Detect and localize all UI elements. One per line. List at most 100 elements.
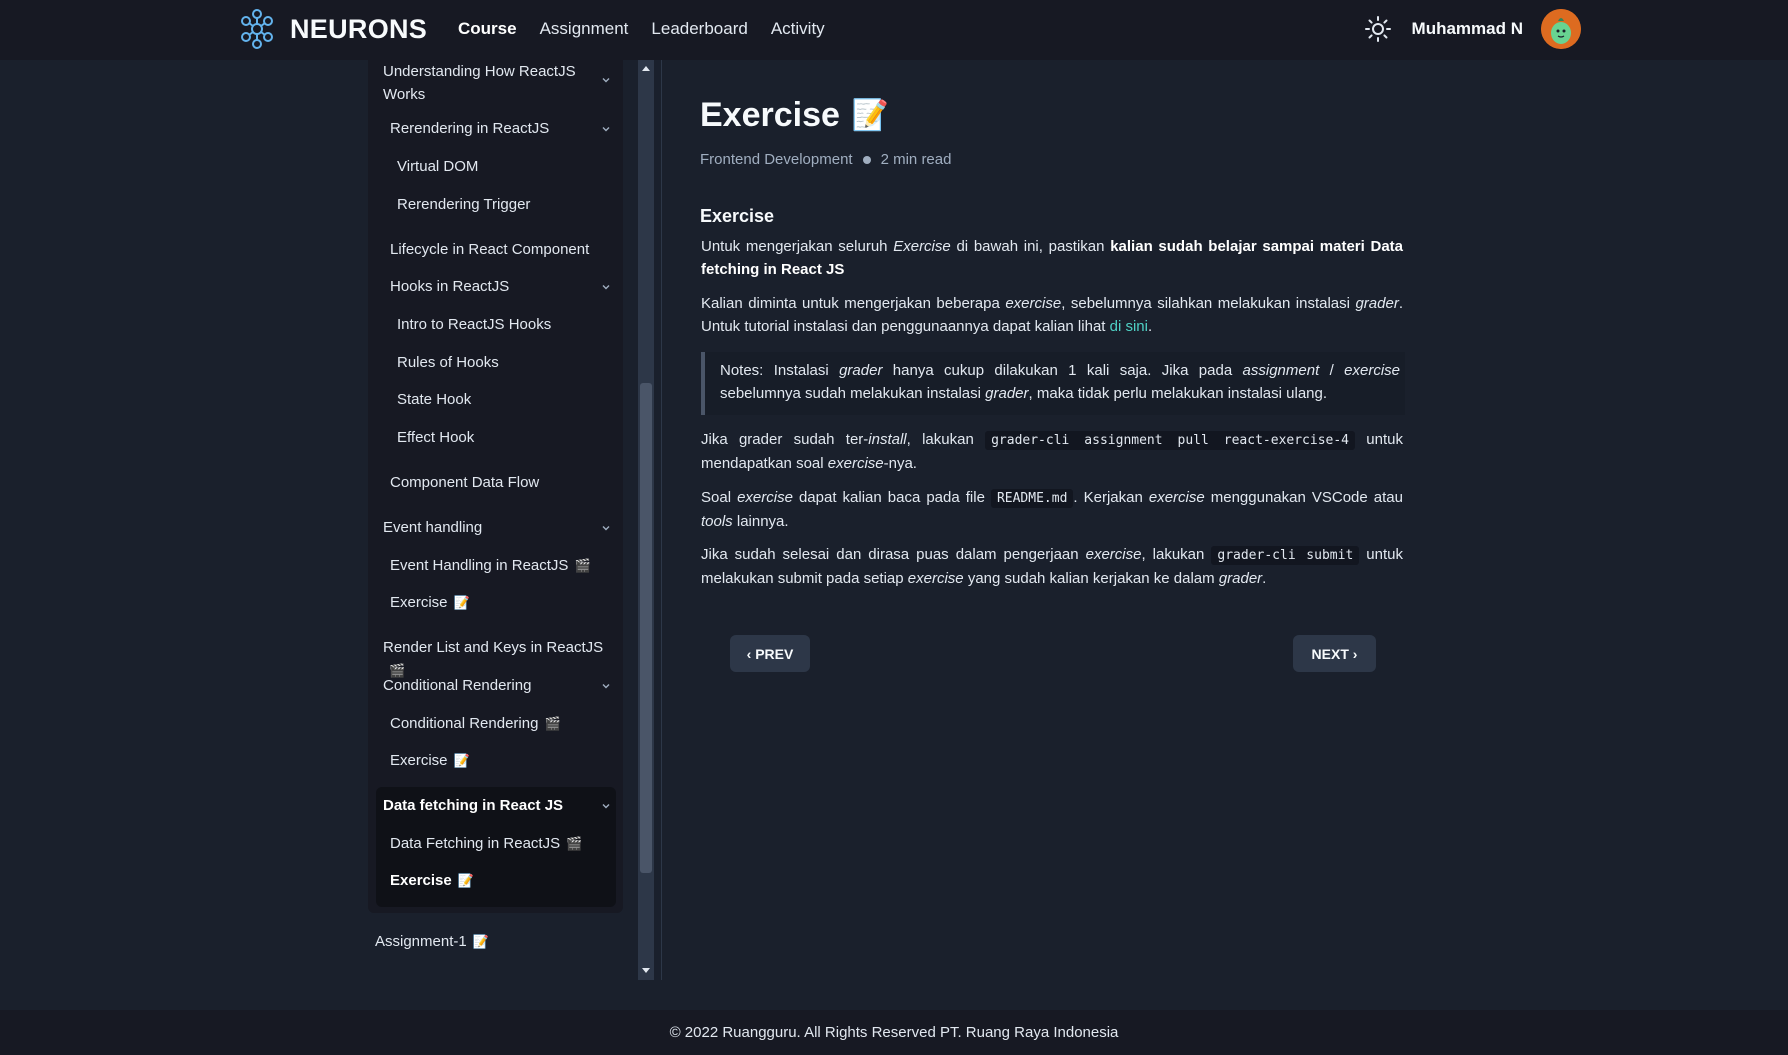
meta-dot	[862, 155, 871, 164]
scroll-down-arrow-icon[interactable]	[642, 968, 650, 973]
sun-icon[interactable]	[1364, 15, 1392, 43]
sidebar-item-label: Rerendering in ReactJS	[390, 120, 550, 137]
paragraph-readme: Soal exercise dapat kalian baca pada fil…	[701, 489, 1403, 530]
prev-button[interactable]: ‹ PREV	[730, 635, 810, 672]
sidebar-item-label: Assignment-1	[375, 933, 467, 950]
sidebar-item-label: Intro to ReactJS Hooks	[397, 316, 552, 333]
memo-icon: 📝	[453, 595, 470, 610]
neurons-logo-icon	[241, 9, 273, 49]
sidebar-item-label-line2: Works	[383, 86, 426, 103]
page-title: Exercise	[700, 96, 840, 134]
chevron-down-icon[interactable]	[600, 74, 612, 86]
sidebar-item-label: Event handling	[383, 519, 483, 536]
sidebar-item-label: Data Fetching in ReactJS	[390, 835, 561, 852]
sidebar-item-hooks[interactable]: Hooks in ReactJS	[390, 275, 509, 298]
sidebar-item-label: Effect Hook	[397, 429, 475, 446]
brand[interactable]: NEURONS	[238, 8, 427, 50]
notes-blockquote: Notes: Instalasi grader hanya cukup dila…	[701, 352, 1405, 415]
submit-command-code: grader-cli submit	[1211, 546, 1360, 565]
avatar-image	[1541, 9, 1581, 49]
sidebar-item-label: Component Data Flow	[390, 474, 540, 491]
meta-category: Frontend Development	[700, 151, 853, 168]
sidebar-item-data-fetching-reactjs[interactable]: Data Fetching in ReactJS 🎬	[390, 832, 582, 855]
sidebar-item-label: Rerendering Trigger	[397, 196, 531, 213]
paragraph-pull-command: Jika grader sudah ter-install, lakukan g…	[701, 431, 1403, 472]
sidebar-item-conditional-rendering[interactable]: Conditional Rendering 🎬	[390, 712, 561, 735]
top-navbar: NEURONS Course Assignment Leaderboard Ac…	[0, 0, 1788, 60]
course-sidebar: Understanding How ReactJS Works Rerender…	[368, 60, 623, 980]
memo-icon: 📝	[851, 99, 890, 132]
page-meta: Frontend Development 2 min read	[700, 151, 951, 168]
next-button[interactable]: NEXT ›	[1293, 635, 1376, 672]
brand-name: NEURONS	[290, 13, 428, 44]
paragraph-submit: Jika sudah selesai dan dirasa puas dalam…	[701, 546, 1403, 587]
sidebar-item-conditional-rendering-section[interactable]: Conditional Rendering	[383, 674, 531, 697]
nav-assignment[interactable]: Assignment	[540, 19, 629, 39]
sidebar-item-label: State Hook	[397, 391, 472, 408]
sidebar-item-understanding-reactjs[interactable]: Understanding How ReactJS Works	[383, 60, 593, 106]
content-divider	[661, 60, 662, 980]
sidebar-item-label: Lifecycle in React Component	[390, 241, 590, 258]
sidebar-item-intro-hooks[interactable]: Intro to ReactJS Hooks	[397, 313, 551, 336]
sidebar-item-event-handling-reactjs[interactable]: Event Handling in ReactJS 🎬	[390, 554, 591, 577]
meta-read-time: 2 min read	[880, 151, 952, 168]
avatar[interactable]	[1541, 9, 1581, 49]
nav-course[interactable]: Course	[458, 19, 517, 39]
sidebar-item-label: Conditional Rendering	[390, 715, 539, 732]
footer: © 2022 Ruangguru. All Rights Reserved PT…	[0, 1010, 1788, 1055]
sidebar-item-label: Understanding How ReactJS	[383, 63, 576, 80]
main-nav: Course Assignment Leaderboard Activity	[458, 19, 848, 39]
chevron-down-icon[interactable]	[600, 800, 612, 812]
sidebar-item-label: Virtual DOM	[397, 158, 479, 175]
chevron-down-icon[interactable]	[600, 123, 612, 135]
chevron-down-icon[interactable]	[600, 680, 612, 692]
paragraph-instructions: Kalian diminta untuk mengerjakan beberap…	[701, 295, 1403, 335]
install-guide-link[interactable]: di sini	[1110, 318, 1148, 335]
user-area: Muhammad N	[1364, 9, 1581, 49]
sidebar-item-label: Rules of Hooks	[397, 354, 499, 371]
username[interactable]: Muhammad N	[1412, 19, 1523, 39]
video-icon: 🎬	[574, 558, 591, 573]
scrollbar-thumb[interactable]	[640, 383, 652, 873]
sidebar-item-virtual-dom[interactable]: Virtual DOM	[397, 155, 478, 178]
scroll-up-arrow-icon[interactable]	[642, 66, 650, 71]
sidebar-item-label: Exercise	[390, 872, 452, 889]
sidebar-item-component-data-flow[interactable]: Component Data Flow	[390, 471, 539, 494]
nav-leaderboard[interactable]: Leaderboard	[651, 19, 747, 39]
sidebar-item-label: Hooks in ReactJS	[390, 278, 510, 295]
sidebar-item-rerendering-trigger[interactable]: Rerendering Trigger	[397, 193, 530, 216]
memo-icon: 📝	[457, 873, 474, 888]
chevron-down-icon[interactable]	[600, 281, 612, 293]
readme-code: README.md	[990, 489, 1074, 508]
sidebar-item-state-hook[interactable]: State Hook	[397, 388, 471, 411]
sidebar-item-rerendering[interactable]: Rerendering in ReactJS	[390, 117, 549, 140]
sidebar-scrollbar[interactable]	[638, 60, 654, 980]
sidebar-item-effect-hook[interactable]: Effect Hook	[397, 426, 474, 449]
memo-icon: 📝	[453, 753, 470, 768]
pull-command-code: grader-cli assignment pull react-exercis…	[985, 431, 1356, 450]
paragraph-intro: Untuk mengerjakan seluruh Exercise di ba…	[701, 238, 1404, 278]
sidebar-item-label: Event Handling in ReactJS	[390, 557, 569, 574]
chevron-down-icon[interactable]	[600, 522, 612, 534]
sidebar-item-lifecycle[interactable]: Lifecycle in React Component	[390, 238, 589, 261]
sidebar-item-exercise-conditional[interactable]: Exercise 📝	[390, 749, 470, 772]
nav-activity[interactable]: Activity	[771, 19, 825, 39]
video-icon: 🎬	[544, 716, 561, 731]
sidebar-item-assignment-1[interactable]: Assignment-1 📝	[375, 930, 489, 953]
video-icon: 🎬	[566, 836, 583, 851]
sidebar-item-event-handling[interactable]: Event handling	[383, 516, 482, 539]
memo-icon: 📝	[472, 934, 489, 949]
page-title-row: Exercise 📝	[700, 96, 889, 135]
sidebar-item-exercise-event[interactable]: Exercise 📝	[390, 591, 470, 614]
sidebar-item-data-fetching-section[interactable]: Data fetching in React JS	[383, 794, 563, 817]
footer-copyright: © 2022 Ruangguru. All Rights Reserved PT…	[669, 1024, 1119, 1041]
notes-text: Notes: Instalasi grader hanya cukup dila…	[720, 362, 1400, 402]
sidebar-item-rules-hooks[interactable]: Rules of Hooks	[397, 351, 499, 374]
sidebar-item-exercise-data-fetching[interactable]: Exercise 📝	[390, 869, 474, 892]
section-title: Exercise	[700, 206, 775, 226]
sidebar-item-label: Data fetching in React JS	[383, 797, 564, 814]
sidebar-item-label: Render List and Keys in ReactJS	[383, 639, 604, 656]
sidebar-item-label: Exercise	[390, 752, 448, 769]
sidebar-item-label: Exercise	[390, 594, 448, 611]
sidebar-item-label: Conditional Rendering	[383, 677, 532, 694]
